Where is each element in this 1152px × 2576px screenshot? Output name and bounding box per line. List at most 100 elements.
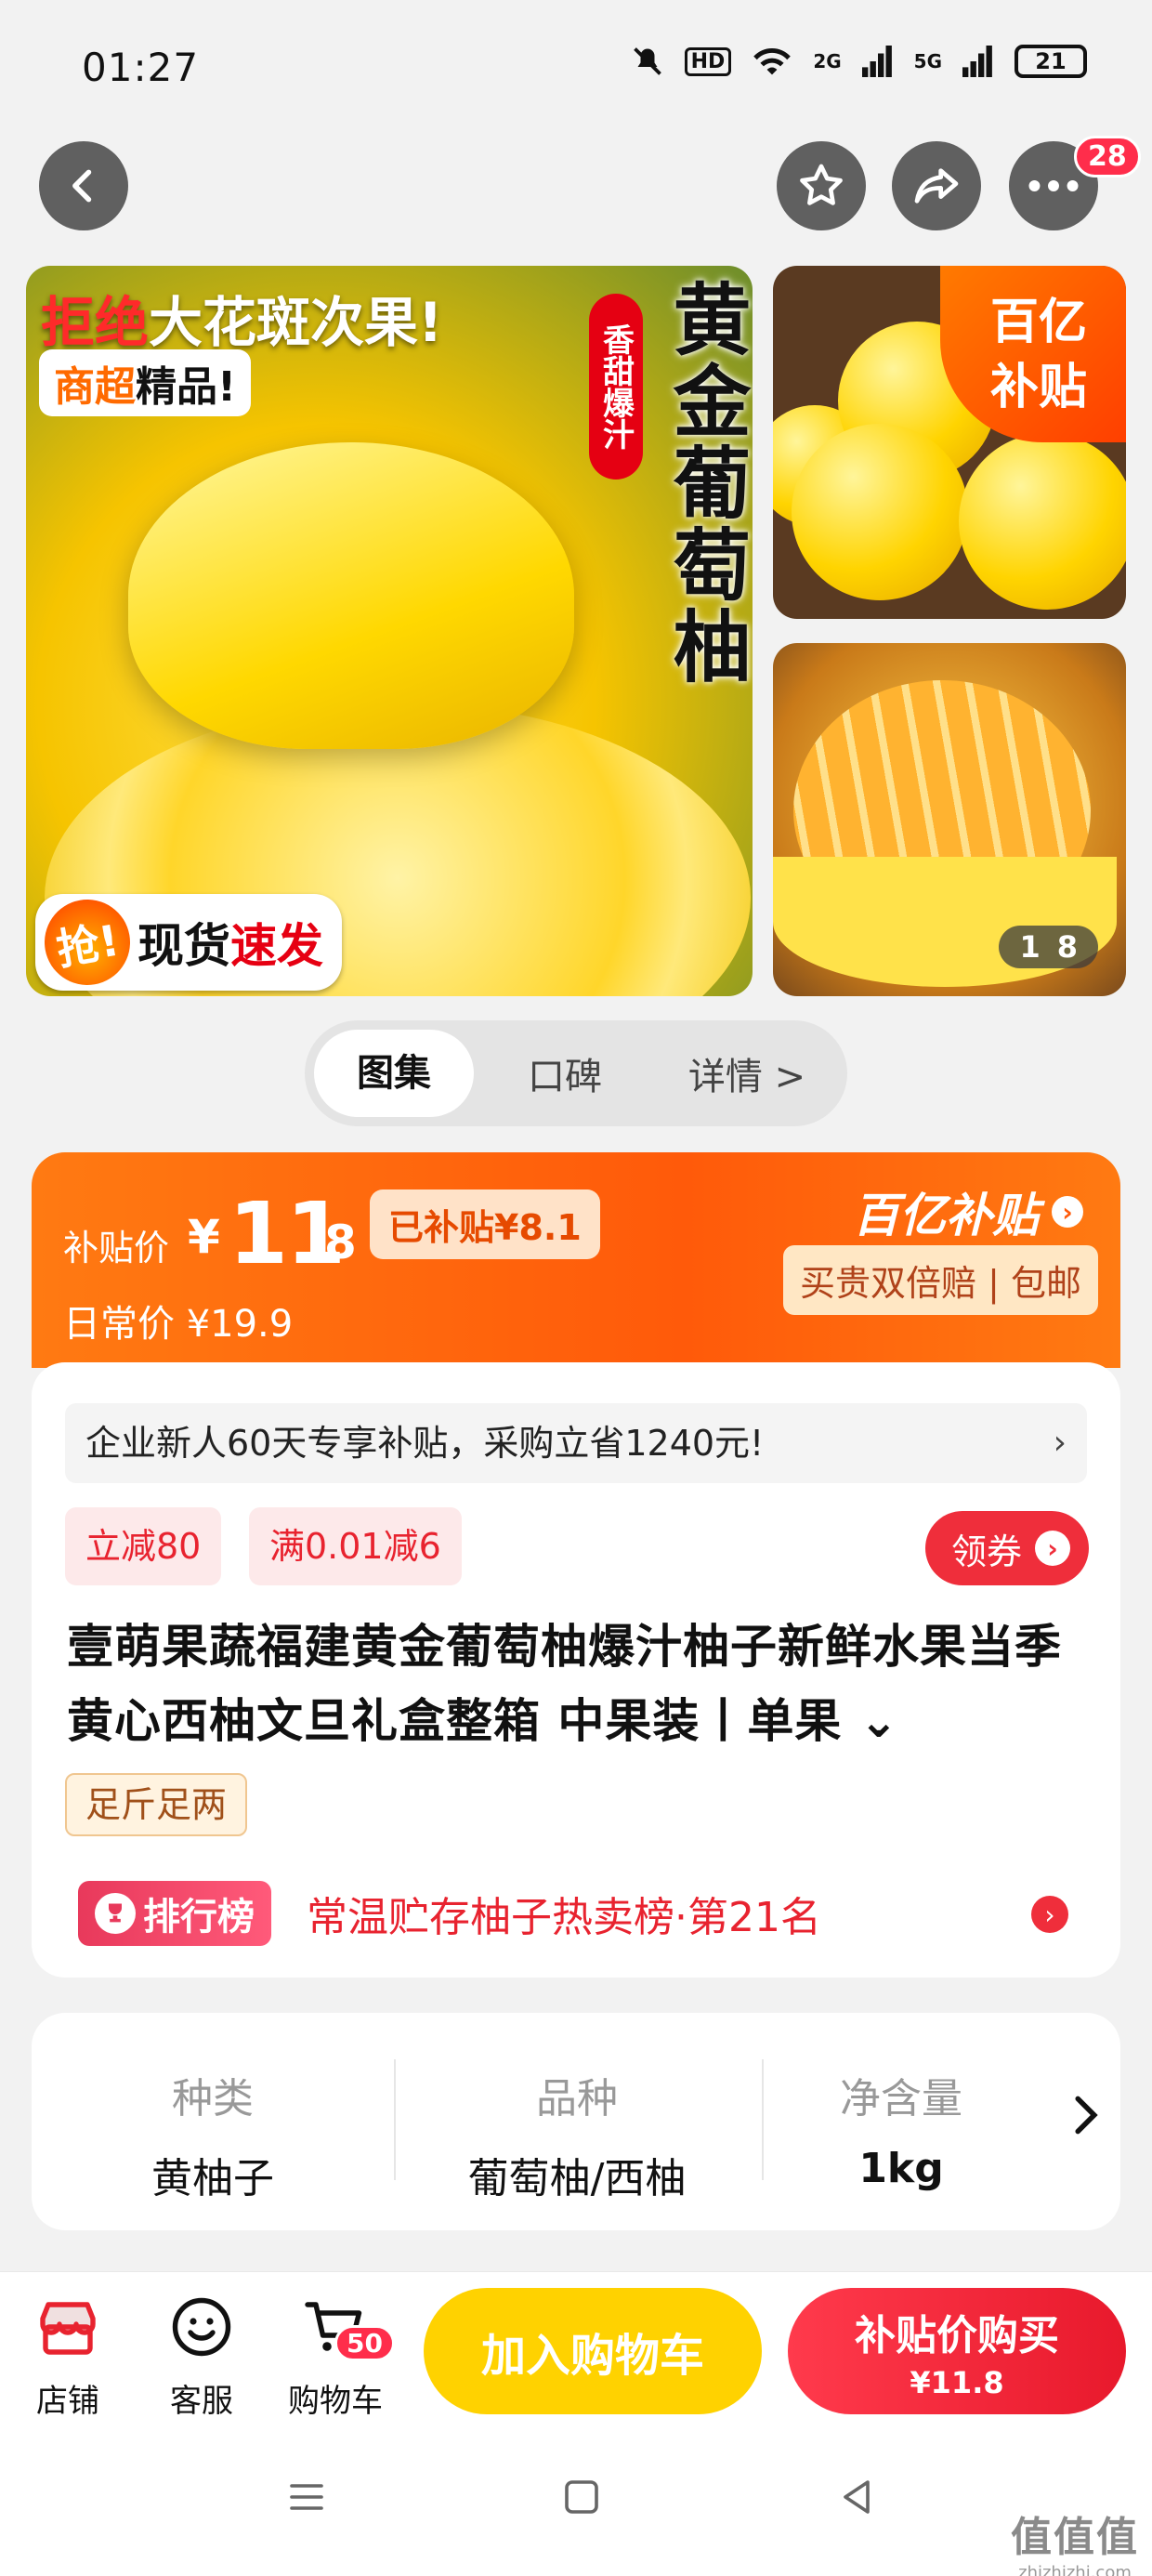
grab-banner: 抢! 现货 速发 [35,892,342,992]
threshold-discount-tag: 满0.01减6 [249,1507,462,1585]
price-label: 补贴价 [63,1228,170,1268]
grab-text: 现货 [137,919,230,973]
discount-tag: 立减80 [65,1507,222,1585]
buy-now-button[interactable]: 补贴价购买 ¥11.8 [788,2288,1126,2414]
vertical-tag: 香甜爆汁 [589,294,643,480]
price-currency: ¥ [188,1210,220,1264]
ranking-badge-label: 排行榜 [143,1896,255,1939]
guarantee-badge: 买贵双倍赔 | 包邮 [783,1245,1098,1315]
coupon-label: 领券 [950,1531,1022,1572]
share-button[interactable] [892,141,981,230]
price-decimal: .8 [307,1216,357,1269]
chevron-right-icon: › [1035,1531,1070,1566]
star-icon [800,164,843,205]
attribute-key: 种类 [172,2075,254,2123]
store-icon [17,2288,119,2366]
ranking-badge: 排行榜 [78,1881,271,1946]
attribute-key: 净含量 [840,2075,962,2123]
chevron-right-icon: › [1053,1424,1067,1462]
chevron-right-icon[interactable]: › [1031,1896,1068,1933]
promo-text: 企业新人60天专享补贴，采购立省1240元! [85,1423,765,1464]
wifi-icon [752,45,792,78]
back-arrow-icon [72,169,92,203]
signal-bars-icon [861,46,894,77]
battery-icon: 21 [1015,45,1087,78]
attribute-item: 净含量 1kg [762,2065,1041,2192]
back-triangle-icon[interactable] [834,2472,879,2532]
chevron-right-icon: › [1052,1196,1083,1228]
store-button[interactable]: 店铺 [17,2288,119,2421]
fruit-graphic [959,433,1126,610]
add-to-cart-button[interactable]: 加入购物车 [424,2288,762,2414]
pager-current: 1 [1019,929,1041,965]
signal-2g-icon: 2G [813,50,841,72]
buy-now-label: 补贴价购买 [855,2312,1059,2359]
subsidy-brand-label: 百亿补贴 [853,1189,1039,1242]
network-2g-label: 2G [813,50,842,72]
weight-guarantee-tag: 足斤足两 [65,1773,248,1836]
smile-chat-icon [151,2288,253,2366]
product-title[interactable]: 壹萌果蔬福建黄金葡萄柚爆汁柚子新鲜水果当季黄心西柚文旦礼盒整箱 中果装丨单果 ⌄ [67,1610,1098,1758]
main-product-image[interactable]: 拒绝大花斑次果! 商超精品! 香甜爆汁 黄金葡萄柚 抢! 现货 速发 [26,266,753,996]
favorite-button[interactable] [777,141,866,230]
ranking-row[interactable]: 排行榜 常温贮存柚子热卖榜·第21名 [78,1881,821,1946]
system-navigation-bar [0,2457,1152,2576]
hd-icon: HD [684,46,732,76]
mute-icon [631,45,664,78]
subsidy-brand-link[interactable]: 百亿补贴 › [853,1178,1083,1245]
back-button[interactable] [39,141,128,230]
subsidized-amount-badge: 已补贴¥8.1 [370,1189,600,1259]
headline-red: 拒绝 [41,291,150,354]
flame-icon: 抢! [37,892,137,992]
image-subheadline: 商超精品! [39,349,252,416]
watermark-logo: 值值值 [1011,2514,1139,2561]
trophy-icon [95,1893,136,1934]
message-count-badge: 28 [1074,136,1141,177]
attribute-value: 1kg [858,2145,944,2192]
chevron-right-icon[interactable] [1072,2093,1100,2147]
attribute-item: 品种 葡萄柚/西柚 [396,2065,758,2204]
clock: 01:27 [82,45,200,90]
thumbnail-image-1[interactable]: 百亿 补贴 [773,266,1126,619]
content-tabs: 图集 口碑 详情 > [305,1020,847,1126]
daily-price: 日常价 ¥19.9 [63,1303,294,1346]
tab-details[interactable]: 详情 > [656,1046,838,1100]
ranking-text: 常温贮存柚子热卖榜·第21名 [307,1894,821,1941]
cart-count-badge: 50 [334,2325,395,2361]
product-info-card: 企业新人60天专享补贴，采购立省1240元! › 立减80 满0.01减6 领券… [32,1362,1120,1978]
thumbnail-image-2[interactable]: 1 8 [773,643,1126,996]
headline-rest: 大花斑次果! [149,291,443,354]
grab-text-red: 速发 [230,919,323,973]
buy-now-price: ¥11.8 [910,2365,1004,2400]
cart-label: 购物车 [288,2383,383,2420]
customer-service-button[interactable]: 客服 [151,2288,253,2421]
image-gallery[interactable]: 拒绝大花斑次果! 商超精品! 香甜爆汁 黄金葡萄柚 抢! 现货 速发 百亿 补贴 … [26,266,1126,996]
watermark-url: zhizhizhi.com [1018,2563,1132,2576]
attribute-key: 品种 [536,2075,618,2123]
store-label: 店铺 [36,2383,99,2420]
network-5g-label: 5G [913,50,942,72]
more-dots-icon [1028,180,1079,191]
signal-5g-icon: 5G [914,50,942,72]
grapefruit-slice-graphic [128,442,574,749]
image-pager: 1 8 [999,926,1098,968]
share-icon [914,168,959,204]
price-card: 补贴价 ¥ 11 .8 已补贴¥8.1 日常价 ¥19.9 百亿补贴 › 买贵双… [32,1152,1120,1368]
home-icon[interactable] [559,2472,604,2532]
image-headline: 拒绝大花斑次果! [41,279,442,357]
subheadline-rest: 精品! [136,363,237,411]
fruit-graphic [792,424,968,600]
menu-icon[interactable] [282,2472,331,2532]
subheadline-orange: 商超 [54,363,136,411]
tab-gallery[interactable]: 图集 [314,1030,474,1117]
signal-bars-icon-2 [962,46,994,77]
get-coupon-button[interactable]: 领券 › [924,1511,1089,1585]
status-icons: HD 2G 5G 21 [631,45,1087,78]
site-watermark: 值值值 zhizhizhi.com [1011,2504,1139,2576]
status-bar: 01:27 HD 2G 5G 21 [0,0,1152,130]
tab-reviews[interactable]: 口碑 [474,1046,656,1100]
vertical-title: 黄金葡萄柚 [661,279,752,688]
attributes-card[interactable]: 种类 黄柚子 品种 葡萄柚/西柚 净含量 1kg [32,2013,1120,2230]
enterprise-promo-banner[interactable]: 企业新人60天专享补贴，采购立省1240元! › [65,1403,1087,1483]
pager-total: 8 [1056,929,1078,965]
